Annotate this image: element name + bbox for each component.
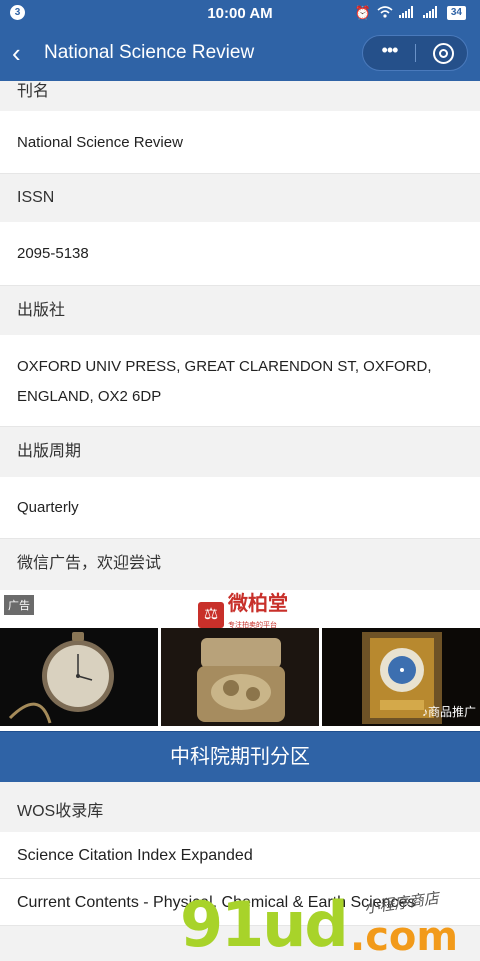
- battery-icon: 34: [446, 6, 466, 20]
- page-title: National Science Review: [44, 42, 255, 63]
- signal-icon-2: [422, 5, 441, 21]
- capsule-divider: [415, 44, 416, 62]
- status-bar: 3 10:00 AM ⏰ 34: [0, 0, 480, 27]
- ad-promo-label: ♪商品推广: [421, 705, 476, 719]
- gavel-icon: ⚖: [198, 602, 224, 628]
- field-value-title: National Science Review: [0, 111, 480, 174]
- alarm-icon: ⏰: [354, 5, 371, 20]
- wifi-icon: [377, 5, 393, 21]
- ad-brand-name: 微柏堂: [228, 593, 288, 615]
- more-options-icon[interactable]: •••: [363, 40, 416, 61]
- back-arrow-icon[interactable]: ‹: [12, 37, 21, 69]
- ad-banner[interactable]: 广告 ⚖ 微柏堂 专注拍卖的平台 ♪商品推广: [0, 590, 480, 731]
- ad-image-pocket-watch[interactable]: [0, 628, 158, 726]
- publisher-line-2: ENGLAND, OX2 6DP: [17, 388, 162, 405]
- signal-icon: [398, 5, 417, 21]
- status-icons: ⏰ 34: [355, 5, 466, 21]
- ad-image-strip: ♪商品推广: [0, 628, 480, 726]
- ad-image-clock[interactable]: ♪商品推广: [322, 628, 480, 726]
- journal-info: 刊名 National Science Review ISSN 2095-513…: [0, 81, 480, 589]
- ad-tag: 广告: [4, 595, 34, 615]
- field-label-frequency: 出版周期: [0, 427, 480, 477]
- watermark-logo: 91ud: [180, 888, 349, 961]
- ad-image-lighter[interactable]: [161, 628, 319, 726]
- field-label-title: 刊名: [0, 81, 480, 111]
- watermark: 91ud 小程序商店 .com: [180, 888, 480, 961]
- publisher-line-1: OXFORD UNIV PRESS, GREAT CLARENDON ST, O…: [17, 358, 432, 375]
- field-value-publisher: OXFORD UNIV PRESS, GREAT CLARENDON ST, O…: [0, 335, 480, 427]
- field-value-frequency: Quarterly: [0, 477, 480, 539]
- nav-bar: ‹ National Science Review •••: [0, 27, 480, 81]
- watermark-domain: .com: [350, 914, 459, 960]
- field-label-publisher: 出版社: [0, 286, 480, 335]
- wos-item: Science Citation Index Expanded: [0, 832, 480, 879]
- close-miniprogram-icon[interactable]: [433, 43, 454, 64]
- cas-partition-button[interactable]: 中科院期刊分区: [0, 731, 480, 782]
- ad-section-label: 微信广告，欢迎尝试: [0, 539, 480, 589]
- wos-label: WOS收录库: [0, 782, 480, 832]
- field-value-issn: 2095-5138: [0, 222, 480, 286]
- field-label-issn: ISSN: [0, 174, 480, 222]
- miniprogram-capsule: •••: [362, 35, 468, 71]
